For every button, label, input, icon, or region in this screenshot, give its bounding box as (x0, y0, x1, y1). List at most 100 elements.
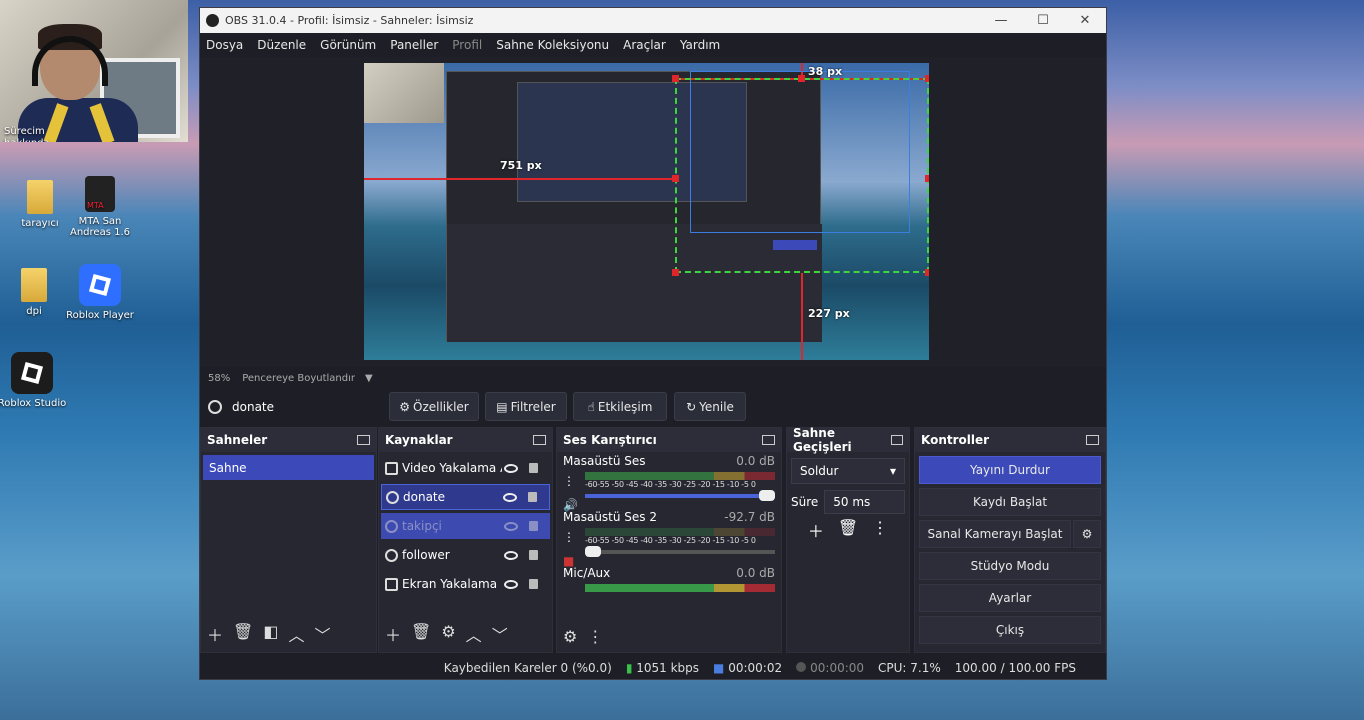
eye-hidden-icon[interactable] (504, 521, 518, 531)
stop-streaming-button[interactable]: Yayını Durdur (919, 456, 1101, 484)
resize-handle[interactable] (925, 175, 929, 182)
desktop-icon-label: MTA San Andreas 1.6 (70, 216, 130, 238)
menu-scene-collection[interactable]: Sahne Koleksiyonu (496, 38, 609, 52)
preview-area[interactable]: 38 px 751 px 227 px (200, 57, 1106, 367)
volume-slider[interactable] (585, 490, 775, 501)
controls-dock: Kontroller Yayını Durdur Kaydı Başlat Sa… (914, 427, 1106, 653)
chevron-down-icon[interactable]: ﹀ (492, 622, 508, 646)
source-item-video-capture[interactable]: Video Yakalama Ay (381, 455, 550, 481)
menu-dots-icon[interactable]: ⋮ (563, 474, 575, 488)
resize-handle[interactable] (925, 269, 929, 276)
undock-icon[interactable] (533, 435, 546, 445)
source-item-donate[interactable]: donate (381, 484, 550, 510)
filters-button[interactable]: ▤ Filtreler (485, 392, 567, 421)
lock-icon[interactable] (529, 579, 538, 589)
start-recording-button[interactable]: Kaydı Başlat (919, 488, 1101, 516)
trash-icon[interactable]: 🗑 (838, 518, 858, 542)
chevron-down-icon: ▾ (889, 464, 896, 478)
menu-dots-icon[interactable]: ⋮ (587, 627, 603, 646)
transition-tools: ＋ 🗑 ⋮ (787, 518, 909, 542)
virtual-camera-settings-gear-icon[interactable]: ⚙ (1073, 520, 1101, 548)
guide-line-bottom (801, 273, 803, 360)
desktop-icon-label: Roblox Player (66, 310, 134, 321)
undock-icon[interactable] (357, 435, 370, 445)
scenes-dock: Sahneler Sahne ＋ 🗑 ◧ ︿ ﹀ (200, 427, 377, 653)
eye-icon[interactable] (504, 463, 518, 473)
menu-view[interactable]: Görünüm (320, 38, 376, 52)
resize-handle[interactable] (672, 175, 679, 182)
status-bar: Kaybedilen Kareler 0 (%0.0) ▮ 1051 kbps … (200, 656, 1106, 680)
resize-handle[interactable] (925, 75, 929, 82)
desktop-icon-roblox-player[interactable]: Roblox Player (60, 264, 140, 321)
menu-docks[interactable]: Paneller (390, 38, 438, 52)
lock-icon[interactable] (528, 492, 537, 502)
exit-button[interactable]: Çıkış (919, 616, 1101, 644)
start-virtual-camera-button[interactable]: Sanal Kamerayı Başlat (919, 520, 1071, 548)
resize-handle[interactable] (672, 75, 679, 82)
webcam-overlay: Sürecim hakkında ... (0, 0, 188, 142)
source-item-follower[interactable]: follower (381, 542, 550, 568)
channel-db: -92.7 dB (724, 510, 775, 524)
menu-profile[interactable]: Profil (452, 38, 482, 52)
source-item-takipci[interactable]: takipçi (381, 513, 550, 539)
eye-icon[interactable] (504, 579, 518, 589)
fit-to-window-dropdown[interactable]: Pencereye Boyutlandır (242, 373, 355, 384)
audio-mixer-header: Ses Karıştırıcı (557, 428, 781, 452)
lock-icon[interactable] (529, 550, 538, 560)
zoom-bar: 58% Pencereye Boyutlandır ▼ (200, 367, 1106, 389)
source-item-display-capture[interactable]: Ekran Yakalama (381, 571, 550, 597)
interact-button[interactable]: ☝ Etkileşim (573, 392, 667, 421)
undock-icon[interactable] (890, 435, 903, 445)
lock-icon[interactable] (529, 463, 538, 473)
menu-file[interactable]: Dosya (206, 38, 243, 52)
eye-icon[interactable] (503, 492, 517, 502)
refresh-button[interactable]: ↻ Yenile (674, 392, 746, 421)
duration-label: Süre (791, 495, 819, 509)
desktop-icon-mta[interactable]: MTA MTA San Andreas 1.6 (60, 176, 140, 238)
undock-icon[interactable] (1086, 435, 1099, 445)
gear-icon[interactable]: ⚙ (441, 622, 455, 646)
chevron-down-icon[interactable]: ▼ (365, 373, 373, 384)
volume-meter (585, 528, 775, 536)
sources-toolbar: ＋ 🗑 ⚙ ︿ ﹀ (385, 622, 508, 646)
properties-button[interactable]: ⚙ Özellikler (389, 392, 479, 421)
duration-input[interactable]: 50 ms (824, 490, 905, 514)
chevron-up-icon[interactable]: ︿ (466, 622, 482, 646)
volume-meter (585, 584, 775, 592)
add-icon[interactable]: ＋ (385, 622, 401, 646)
preview-canvas[interactable]: 38 px 751 px 227 px (364, 63, 929, 360)
resize-handle[interactable] (798, 75, 805, 82)
resize-handle[interactable] (672, 269, 679, 276)
settings-button[interactable]: Ayarlar (919, 584, 1101, 612)
roblox-studio-icon (11, 352, 53, 394)
desktop-icon-roblox-studio[interactable]: Roblox Studio (0, 352, 72, 409)
trash-icon[interactable]: 🗑 (411, 622, 431, 646)
add-icon[interactable]: ＋ (808, 518, 824, 542)
menu-dots-icon[interactable]: ⋮ (563, 530, 575, 544)
menu-help[interactable]: Yardım (680, 38, 720, 52)
chevron-down-icon[interactable]: ﹀ (314, 622, 330, 646)
gear-icon[interactable]: ⚙ (563, 627, 577, 646)
scene-item[interactable]: Sahne (203, 455, 374, 480)
selection-box[interactable] (675, 78, 929, 273)
transition-select[interactable]: Soldur ▾ (791, 458, 905, 484)
close-button[interactable]: ✕ (1064, 13, 1106, 28)
refresh-icon: ↻ (686, 399, 697, 414)
channel-name: Mic/Aux (563, 566, 611, 580)
chevron-up-icon[interactable]: ︿ (288, 622, 304, 646)
menu-dots-icon[interactable]: ⋮ (872, 518, 888, 542)
volume-slider[interactable] (585, 546, 775, 557)
eye-icon[interactable] (504, 550, 518, 560)
lock-icon[interactable] (529, 521, 538, 531)
filters-icon[interactable]: ◧ (263, 622, 278, 646)
studio-mode-button[interactable]: Stüdyo Modu (919, 552, 1101, 580)
channel-db: 0.0 dB (736, 454, 775, 468)
menu-tools[interactable]: Araçlar (623, 38, 666, 52)
menu-edit[interactable]: Düzenle (257, 38, 306, 52)
add-icon[interactable]: ＋ (207, 622, 223, 646)
duration-row: Süre 50 ms (791, 490, 905, 514)
trash-icon[interactable]: 🗑 (233, 622, 253, 646)
maximize-button[interactable]: ☐ (1022, 13, 1064, 28)
undock-icon[interactable] (762, 435, 775, 445)
minimize-button[interactable]: — (980, 13, 1022, 28)
